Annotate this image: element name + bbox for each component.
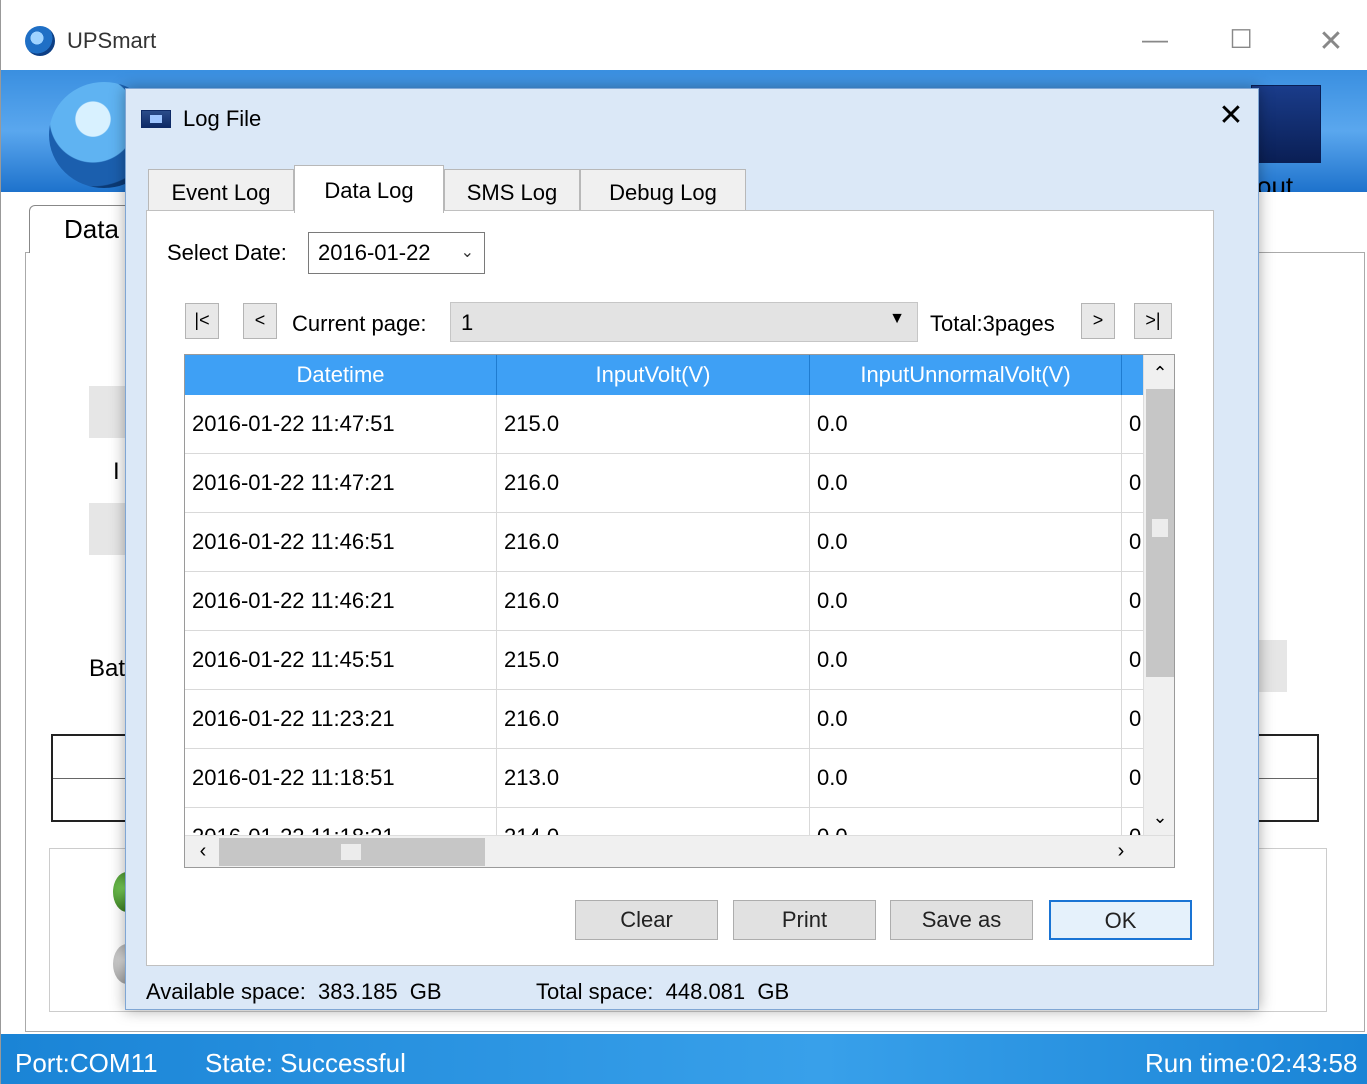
print-button[interactable]: Print xyxy=(733,900,876,940)
vertical-scroll-thumb[interactable] xyxy=(1146,389,1174,677)
bg-battery-label: Bat xyxy=(89,655,126,682)
cell-more: 0 xyxy=(1122,572,1145,631)
date-select-value: 2016-01-22 xyxy=(318,240,431,265)
chevron-down-icon: ⌄ xyxy=(460,244,474,261)
log-file-icon xyxy=(141,110,171,128)
cell-datetime: 2016-01-22 11:46:51 xyxy=(185,513,497,572)
first-page-button[interactable]: |< xyxy=(185,303,219,339)
cell-inputvolt: 215.0 xyxy=(497,395,810,454)
select-date-label: Select Date: xyxy=(167,240,287,265)
cell-inputvolt: 215.0 xyxy=(497,631,810,690)
status-port: Port:COM11 xyxy=(15,1048,158,1078)
tab-event-log[interactable]: Event Log xyxy=(148,169,294,211)
next-page-button[interactable]: > xyxy=(1081,303,1115,339)
previous-page-button[interactable]: < xyxy=(243,303,277,339)
total-pages-label: Total:3pages xyxy=(930,311,1055,336)
column-header-inputunnormalvolt[interactable]: InputUnnormalVolt(V) xyxy=(810,355,1122,395)
log-file-dialog: Log File ✕ Event Log Data Log SMS Log De… xyxy=(125,88,1259,1010)
cell-datetime: 2016-01-22 11:23:21 xyxy=(185,690,497,749)
status-state: State: Successful xyxy=(205,1048,406,1078)
data-log-table: Datetime InputVolt(V) InputUnnormalVolt(… xyxy=(184,354,1175,868)
cell-more: 0 xyxy=(1122,631,1145,690)
data-log-panel: Select Date: 2016-01-22 ⌄ |< < Current p… xyxy=(146,210,1214,966)
cell-inputunnormalvolt: 0.0 xyxy=(810,513,1122,572)
cell-more: 0 xyxy=(1122,749,1145,808)
table-header: Datetime InputVolt(V) InputUnnormalVolt(… xyxy=(185,355,1174,395)
cell-inputunnormalvolt: 0.0 xyxy=(810,572,1122,631)
dialog-close-button[interactable]: ✕ xyxy=(1212,99,1250,135)
cell-datetime: 2016-01-22 11:47:21 xyxy=(185,454,497,513)
save-as-button[interactable]: Save as xyxy=(890,900,1033,940)
table-row[interactable]: 2016-01-22 11:18:21214.00.00 xyxy=(185,808,1145,835)
cell-inputvolt: 216.0 xyxy=(497,513,810,572)
main-titlebar: UPSmart — ☐ ✕ xyxy=(1,0,1367,78)
status-bar: Port:COM11 State: Successful Run time:02… xyxy=(1,1034,1367,1084)
cell-inputvolt: 216.0 xyxy=(497,454,810,513)
dialog-title: Log File xyxy=(183,106,262,131)
column-header-datetime[interactable]: Datetime xyxy=(185,355,497,395)
cell-inputunnormalvolt: 0.0 xyxy=(810,749,1122,808)
table-body: 2016-01-22 11:47:51 215.0 0.0 0 2016-01-22 1… xyxy=(185,395,1145,835)
cell-inputvolt: 214.0 xyxy=(497,808,810,835)
cell-inputvolt: 213.0 xyxy=(497,749,810,808)
scroll-left-icon[interactable]: ‹ xyxy=(189,836,217,867)
table-row[interactable]: 2016-01-22 11:47:51 215.0 0.0 0 xyxy=(185,395,1145,454)
table-row[interactable]: 2016-01-22 11:46:21 216.0 0.0 0 xyxy=(185,572,1145,631)
current-page-value: 1 xyxy=(461,310,474,335)
cell-more: 0 xyxy=(1122,690,1145,749)
cell-datetime: 2016-01-22 11:45:51 xyxy=(185,631,497,690)
date-select[interactable]: 2016-01-22 ⌄ xyxy=(308,232,485,274)
last-page-button[interactable]: >| xyxy=(1134,303,1172,339)
tab-debug-log[interactable]: Debug Log xyxy=(580,169,746,211)
table-row[interactable]: 2016-01-22 11:47:21 216.0 0.0 0 xyxy=(185,454,1145,513)
cell-datetime: 2016-01-22 11:47:51 xyxy=(185,395,497,454)
scroll-thumb-grip xyxy=(1152,519,1168,537)
cell-datetime: 2016-01-22 11:46:21 xyxy=(185,572,497,631)
total-space-label: Total space: 448.081 GB xyxy=(536,979,790,1004)
maximize-button[interactable]: ☐ xyxy=(1221,24,1261,55)
cell-more: 0 xyxy=(1122,395,1145,454)
current-page-select[interactable]: 1 ▼ xyxy=(450,302,918,342)
status-run-time: Run time:02:43:58 xyxy=(1145,1048,1358,1078)
cell-inputvolt: 216.0 xyxy=(497,690,810,749)
cell-inputunnormalvolt: 0.0 xyxy=(810,395,1122,454)
about-icon-button[interactable] xyxy=(1251,85,1321,163)
scroll-up-icon[interactable]: ⌃ xyxy=(1144,359,1174,387)
minimize-button[interactable]: — xyxy=(1135,24,1175,55)
horizontal-scroll-thumb[interactable] xyxy=(219,838,485,866)
scroll-down-icon[interactable]: ⌄ xyxy=(1144,803,1174,831)
ok-button[interactable]: OK xyxy=(1049,900,1192,940)
dropdown-arrow-icon: ▼ xyxy=(889,310,905,327)
upsmart-app-icon xyxy=(25,26,55,56)
table-row[interactable]: 2016-01-22 11:23:21 216.0 0.0 0 xyxy=(185,690,1145,749)
scroll-thumb-grip xyxy=(341,844,361,860)
cell-more: 0 xyxy=(1122,808,1145,835)
clear-button[interactable]: Clear xyxy=(575,900,718,940)
bg-input-label: I xyxy=(113,458,120,485)
app-title: UPSmart xyxy=(67,28,157,53)
current-page-label: Current page: xyxy=(292,311,427,336)
table-row[interactable]: 2016-01-22 11:46:51 216.0 0.0 0 xyxy=(185,513,1145,572)
cell-datetime: 2016-01-22 11:18:51 xyxy=(185,749,497,808)
available-space-label: Available space: 383.185 GB xyxy=(146,979,442,1004)
column-header-inputvolt[interactable]: InputVolt(V) xyxy=(497,355,810,395)
cell-inputunnormalvolt: 0.0 xyxy=(810,808,1122,835)
cell-more: 0 xyxy=(1122,454,1145,513)
scroll-right-icon[interactable]: › xyxy=(1107,836,1135,867)
table-row[interactable]: 2016-01-22 11:18:51 213.0 0.0 0 xyxy=(185,749,1145,808)
cell-inputunnormalvolt: 0.0 xyxy=(810,631,1122,690)
vertical-scrollbar[interactable]: ⌃ ⌄ xyxy=(1143,355,1174,835)
horizontal-scrollbar[interactable]: ‹ › xyxy=(185,835,1174,867)
cell-inputunnormalvolt: 0.0 xyxy=(810,690,1122,749)
cell-more: 0 xyxy=(1122,513,1145,572)
tab-sms-log[interactable]: SMS Log xyxy=(444,169,580,211)
table-row[interactable]: 2016-01-22 11:45:51 215.0 0.0 0 xyxy=(185,631,1145,690)
tab-data-log[interactable]: Data Log xyxy=(294,165,444,213)
cell-inputunnormalvolt: 0.0 xyxy=(810,454,1122,513)
cell-inputvolt: 216.0 xyxy=(497,572,810,631)
cell-datetime: 2016-01-22 11:18:21 xyxy=(185,808,497,835)
close-window-button[interactable]: ✕ xyxy=(1311,24,1351,59)
